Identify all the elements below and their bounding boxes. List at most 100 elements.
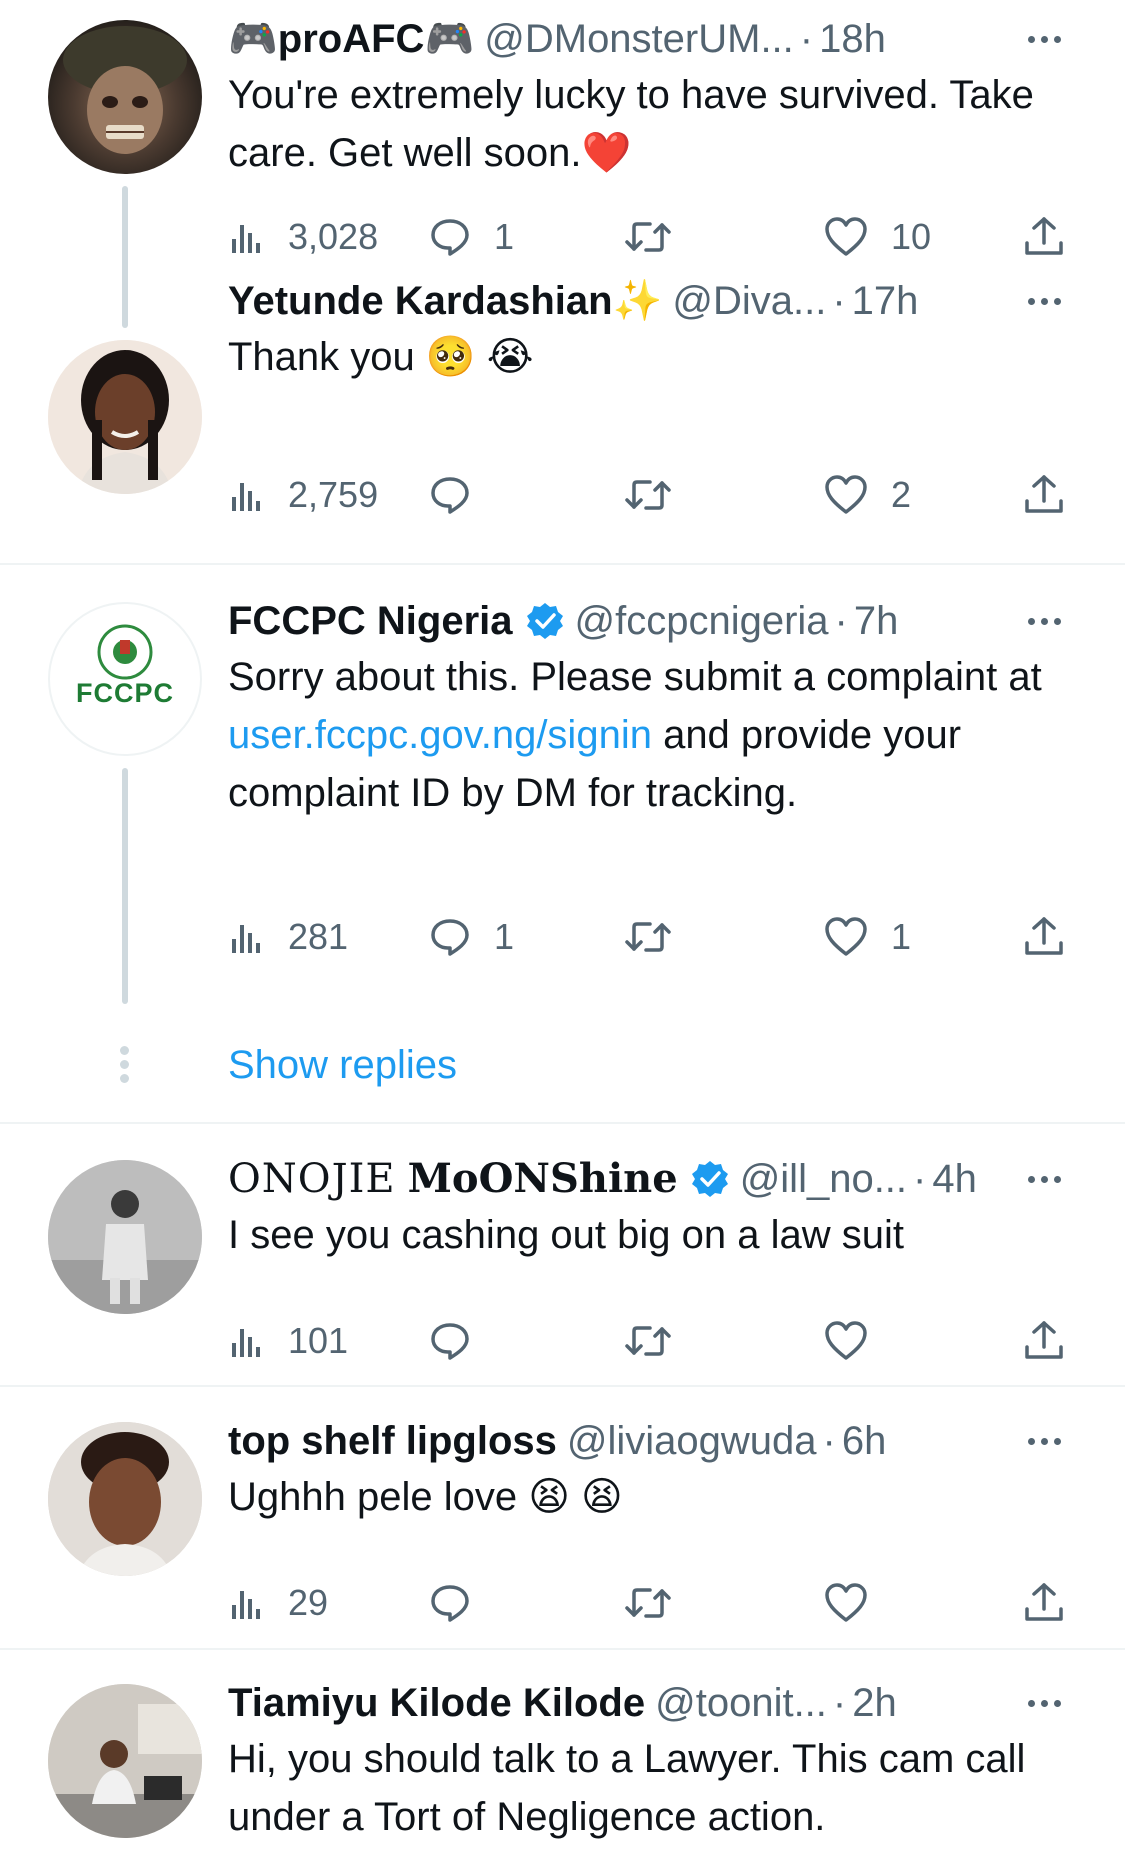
views-icon (232, 1329, 260, 1357)
views-button[interactable]: 101 (230, 1316, 348, 1366)
thread-continuation-dots (120, 1046, 130, 1088)
share-button[interactable] (1023, 912, 1065, 962)
reply-button[interactable] (428, 470, 494, 520)
timestamp[interactable]: 4h (932, 1154, 977, 1204)
retweet-icon (625, 1326, 671, 1356)
more-icon[interactable] (1028, 617, 1069, 625)
like-button[interactable]: 10 (823, 212, 931, 262)
avatar[interactable] (48, 1160, 202, 1314)
tweet-text: I see you cashing out big on a law suit (228, 1213, 904, 1257)
tweet-text: Ughhh pele love 😫 😫 (228, 1475, 623, 1519)
views-count: 281 (288, 916, 349, 957)
retweet-button[interactable] (624, 212, 694, 262)
like-icon (825, 1321, 867, 1360)
like-icon (825, 917, 867, 956)
retweet-icon (625, 222, 671, 252)
views-count: 29 (288, 1582, 329, 1623)
timestamp[interactable]: 7h (854, 596, 899, 646)
display-name[interactable]: FCCPC Nigeria (228, 596, 565, 646)
divider (0, 1385, 1125, 1387)
like-icon (825, 217, 867, 256)
more-icon[interactable] (1028, 1437, 1069, 1445)
share-icon (1025, 917, 1063, 955)
more-icon[interactable] (1028, 1699, 1069, 1707)
avatar[interactable] (48, 1422, 202, 1576)
more-icon[interactable] (1028, 35, 1069, 43)
views-button[interactable]: 29 (230, 1578, 328, 1628)
reply-icon (431, 1585, 469, 1622)
like-button[interactable]: 2 (823, 470, 911, 520)
separator-dot: · (834, 599, 848, 643)
reply-icon (431, 919, 469, 956)
views-icon (232, 1591, 260, 1619)
views-button[interactable]: 3,028 (230, 212, 378, 262)
tweet-text: Sorry about this. Please submit a compla… (228, 655, 1042, 815)
share-icon (1025, 475, 1063, 513)
share-button[interactable] (1023, 1316, 1065, 1366)
views-count: 2,759 (288, 474, 379, 515)
separator-dot: · (822, 1419, 836, 1463)
display-name[interactable]: top shelf lipgloss (228, 1416, 557, 1466)
display-name[interactable]: 🎮proAFC🎮 (228, 14, 474, 64)
more-icon[interactable] (1028, 297, 1069, 305)
like-count: 2 (891, 474, 912, 515)
like-icon (825, 1583, 867, 1622)
handle[interactable]: @Diva... (672, 276, 826, 326)
display-name[interactable]: Tiamiyu Kilode Kilode (228, 1678, 645, 1728)
retweet-button[interactable] (624, 1316, 694, 1366)
views-button[interactable]: 281 (230, 912, 348, 962)
share-button[interactable] (1023, 1578, 1065, 1628)
fccpc-logo-text: FCCPC (76, 678, 174, 708)
share-button[interactable] (1023, 212, 1065, 262)
verified-badge-icon (691, 1161, 728, 1197)
retweet-button[interactable] (624, 912, 694, 962)
show-replies-link[interactable]: Show replies (228, 1040, 457, 1090)
views-icon (232, 225, 260, 253)
reply-button[interactable] (428, 1316, 494, 1366)
separator-dot: · (832, 279, 846, 323)
like-button[interactable] (823, 1316, 891, 1366)
more-icon[interactable] (1028, 1175, 1069, 1183)
timestamp[interactable]: 17h (852, 276, 919, 326)
reply-icon (431, 477, 469, 514)
views-button[interactable]: 2,759 (230, 470, 378, 520)
tweet-link[interactable]: user.fccpc.gov.ng/signin (228, 713, 652, 757)
avatar[interactable] (48, 20, 202, 174)
like-button[interactable] (823, 1578, 891, 1628)
tweet-text: Hi, you should talk to a Lawyer. This ca… (228, 1737, 1026, 1839)
retweet-icon (625, 1588, 671, 1618)
handle[interactable]: @toonit... (655, 1678, 827, 1728)
display-name[interactable]: Yetunde Kardashian✨ (228, 276, 662, 326)
reply-button[interactable] (428, 1578, 494, 1628)
avatar[interactable]: FCCPC (48, 602, 202, 756)
like-count: 10 (891, 216, 932, 257)
retweet-button[interactable] (624, 1578, 694, 1628)
handle[interactable]: @liviaogwuda (567, 1416, 817, 1466)
like-button[interactable]: 1 (823, 912, 911, 962)
timestamp[interactable]: 6h (842, 1416, 887, 1466)
handle[interactable]: @ill_no... (740, 1154, 907, 1204)
separator-dot: · (832, 1681, 847, 1725)
reply-count: 1 (494, 916, 515, 957)
retweet-icon (625, 480, 671, 510)
handle[interactable]: @DMonsterUM... (484, 14, 794, 64)
reply-button[interactable]: 1 (428, 912, 514, 962)
retweet-button[interactable] (624, 470, 694, 520)
reply-count: 1 (494, 216, 515, 257)
timestamp[interactable]: 2h (852, 1678, 897, 1728)
reply-button[interactable]: 1 (428, 212, 514, 262)
views-count: 101 (288, 1320, 349, 1361)
avatar[interactable] (48, 340, 202, 494)
separator-dot: · (913, 1157, 927, 1201)
views-icon (232, 925, 260, 953)
display-name[interactable]: ONOJIE MoONShine (228, 1154, 730, 1204)
avatar[interactable] (48, 1684, 202, 1838)
share-button[interactable] (1023, 470, 1065, 520)
share-icon (1025, 1583, 1063, 1621)
handle[interactable]: @fccpcnigeria (575, 596, 829, 646)
reply-icon (431, 1323, 469, 1360)
views-count: 3,028 (288, 216, 379, 257)
views-icon (232, 483, 260, 511)
thread-line (122, 768, 128, 1004)
timestamp[interactable]: 18h (819, 14, 886, 64)
